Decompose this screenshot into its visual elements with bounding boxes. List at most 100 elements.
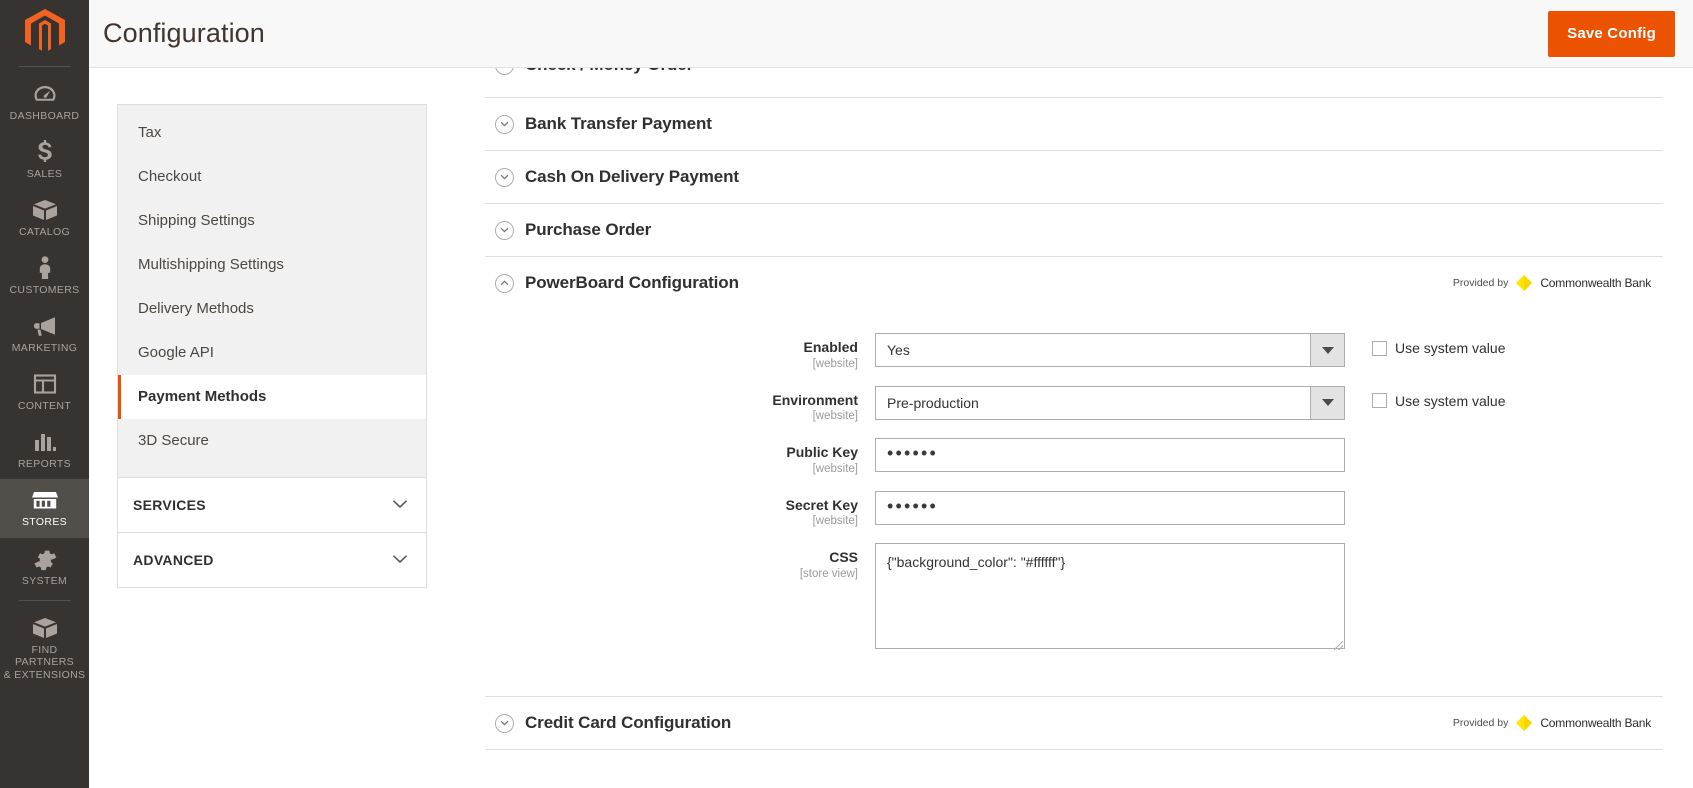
field-control-enabled: Yes Use system value	[875, 333, 1505, 367]
section-title: Credit Card Configuration	[525, 713, 732, 732]
section-title: Bank Transfer Payment	[525, 114, 712, 133]
page-title: Configuration	[103, 18, 265, 48]
field-label-secret-key: Secret Key [website]	[485, 491, 875, 528]
nav-item-multishipping-settings[interactable]: Multishipping Settings	[118, 243, 426, 287]
chevron-down-icon	[392, 496, 408, 514]
field-row-enabled: Enabled [website] Yes Use system value	[485, 333, 1663, 370]
nav-section-services[interactable]: SERVICES	[118, 477, 426, 532]
nav-item-delivery-methods[interactable]: Delivery Methods	[118, 287, 426, 331]
field-scope-text: [website]	[812, 515, 858, 527]
nav-item-payment-methods[interactable]: Payment Methods	[118, 375, 426, 419]
admin-page: DASHBOARD SALES CATALOG CUSTOMERS MARKET	[0, 0, 1693, 788]
section-title: PowerBoard Configuration	[525, 273, 739, 292]
chevron-down-icon	[392, 551, 408, 569]
sidebar-item-catalog[interactable]: CATALOG	[0, 189, 89, 247]
page-body: Tax Checkout Shipping Settings Multiship…	[89, 68, 1693, 788]
nav-item-tax[interactable]: Tax	[118, 111, 426, 155]
public-key-input[interactable]: ••••••	[875, 438, 1345, 472]
sidebar-item-customers[interactable]: CUSTOMERS	[0, 247, 89, 305]
use-system-value-label[interactable]: Use system value	[1395, 393, 1505, 409]
chevron-down-icon	[495, 68, 514, 75]
field-row-css: CSS [store view]	[485, 543, 1663, 654]
sidebar-item-content[interactable]: CONTENT	[0, 363, 89, 421]
provided-by-label: Provided by	[1452, 717, 1509, 729]
field-scope-text: [store view]	[799, 567, 858, 580]
use-system-value-checkbox[interactable]	[1372, 340, 1387, 356]
nav-item-checkout[interactable]: Checkout	[118, 155, 426, 199]
field-row-secret-key: Secret Key [website] ••••••	[485, 490, 1663, 528]
secret-key-masked-value: ••••••	[887, 495, 939, 516]
megaphone-icon	[32, 314, 58, 338]
provided-by-label: Provided by	[1452, 277, 1509, 289]
enabled-select[interactable]: Yes	[875, 333, 1345, 367]
person-icon	[32, 256, 58, 280]
nav-section-label: ADVANCED	[133, 552, 214, 568]
save-config-button[interactable]: Save Config	[1548, 10, 1675, 57]
environment-select[interactable]: Pre-production	[875, 385, 1345, 420]
sidebar-item-stores[interactable]: STORES	[0, 479, 89, 538]
field-label-enabled: Enabled [website]	[485, 333, 875, 370]
use-system-value-label[interactable]: Use system value	[1395, 340, 1505, 356]
section-purchase-order[interactable]: Purchase Order	[485, 204, 1663, 257]
sidebar-item-marketing[interactable]: MARKETING	[0, 305, 89, 363]
payment-methods-panel: Check / Money Order Bank Transfer Paymen…	[455, 68, 1693, 788]
provided-by-badge: Provided by Commonwealth Bank	[1453, 713, 1659, 733]
chevron-down-icon	[495, 114, 514, 134]
sidebar-item-reports[interactable]: REPORTS	[0, 421, 89, 479]
rail-divider-top	[18, 66, 71, 67]
sidebar-item-find-partners[interactable]: FIND PARTNERS & EXTENSIONS	[0, 607, 89, 690]
nav-section-label: SERVICES	[133, 497, 206, 513]
storefront-icon	[31, 488, 58, 512]
field-row-public-key: Public Key [website] ••••••	[485, 438, 1663, 475]
field-control-css	[875, 543, 1345, 654]
css-textarea-wrapper	[875, 543, 1345, 654]
sidebar-item-label: MARKETING	[11, 342, 78, 355]
field-label-css: CSS [store view]	[485, 543, 875, 580]
secret-key-input[interactable]: ••••••	[875, 490, 1345, 525]
chevron-down-icon[interactable]	[1310, 386, 1344, 419]
nav-section-advanced[interactable]: ADVANCED	[118, 532, 426, 587]
field-label-text: Environment	[772, 391, 858, 408]
chevron-down-icon[interactable]	[1310, 334, 1344, 366]
commonwealth-bank-diamond-icon	[1516, 275, 1533, 291]
section-check-money-order[interactable]: Check / Money Order	[485, 68, 1663, 98]
gear-icon	[32, 547, 58, 571]
config-nav-group-sales: Tax Checkout Shipping Settings Multiship…	[118, 105, 426, 477]
sidebar-item-label: CUSTOMERS	[9, 284, 80, 297]
enabled-use-system-value[interactable]: Use system value	[1372, 333, 1505, 356]
section-bank-transfer-payment[interactable]: Bank Transfer Payment	[485, 98, 1663, 151]
magento-logo-link[interactable]	[0, 0, 89, 62]
section-title: Check / Money Order	[525, 68, 693, 75]
sidebar-item-sales[interactable]: SALES	[0, 131, 89, 189]
box-icon	[32, 198, 58, 222]
sidebar-item-label: STORES	[21, 516, 68, 529]
nav-item-3d-secure[interactable]: 3D Secure	[118, 419, 426, 463]
dollar-icon	[32, 140, 58, 164]
nav-item-shipping-settings[interactable]: Shipping Settings	[118, 199, 426, 243]
dashboard-icon	[32, 82, 58, 106]
sidebar-item-label: SYSTEM	[21, 574, 68, 587]
use-system-value-checkbox[interactable]	[1372, 393, 1387, 408]
environment-select-value: Pre-production	[887, 394, 979, 411]
content-area: Configuration Save Config Tax Checkout S…	[89, 0, 1693, 788]
field-label-text: Secret Key	[785, 496, 858, 513]
sidebar-item-dashboard[interactable]: DASHBOARD	[0, 73, 89, 131]
page-header: Configuration Save Config	[89, 0, 1693, 68]
nav-item-google-api[interactable]: Google API	[118, 331, 426, 375]
admin-sidebar: DASHBOARD SALES CATALOG CUSTOMERS MARKET	[0, 0, 89, 788]
chevron-down-icon	[495, 713, 514, 733]
field-scope-text: [website]	[812, 357, 858, 370]
section-credit-card-configuration[interactable]: Credit Card Configuration Provided by Co…	[485, 696, 1663, 750]
sidebar-item-label: CATALOG	[18, 226, 71, 239]
sidebar-item-system[interactable]: SYSTEM	[0, 538, 89, 596]
layout-icon	[32, 372, 58, 396]
sidebar-item-label: DASHBOARD	[9, 110, 80, 122]
magento-logo	[24, 9, 65, 51]
environment-use-system-value[interactable]: Use system value	[1372, 386, 1505, 409]
section-powerboard-configuration[interactable]: PowerBoard Configuration Provided by Com…	[485, 257, 1663, 309]
field-label-public-key: Public Key [website]	[485, 438, 875, 475]
chevron-down-icon	[495, 220, 514, 240]
section-title: Cash On Delivery Payment	[525, 167, 739, 186]
css-textarea[interactable]	[875, 543, 1345, 649]
section-cash-on-delivery-payment[interactable]: Cash On Delivery Payment	[485, 151, 1663, 204]
